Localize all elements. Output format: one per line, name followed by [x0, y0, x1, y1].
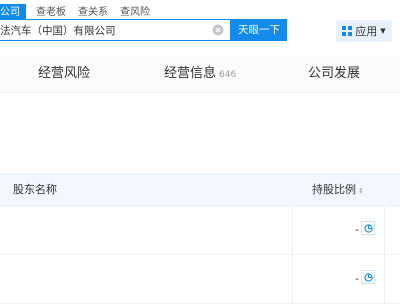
sort-icon: ⇕ — [358, 187, 364, 195]
header-shareholder-name: 股东名称 — [13, 183, 57, 196]
header-share-ratio[interactable]: 持股比例 ⇕ — [312, 175, 364, 206]
column-divider — [384, 206, 385, 254]
search-value: 法汽车（中国）有限公司 — [0, 25, 116, 37]
search-input[interactable]: 法汽车（中国）有限公司 — [0, 19, 231, 41]
pie-chart-icon — [363, 223, 373, 233]
share-ratio-value: - — [355, 223, 359, 236]
search-button[interactable]: 天眼一下 — [231, 19, 287, 41]
column-divider — [292, 206, 293, 254]
column-divider — [384, 255, 385, 303]
nav-label: 经营信息 — [164, 66, 217, 81]
clear-icon[interactable] — [212, 24, 224, 36]
header-share-ratio-label: 持股比例 — [312, 183, 356, 196]
equity-chart-button[interactable] — [361, 270, 375, 284]
table-header: 股东名称 持股比例 ⇕ — [0, 174, 400, 206]
top-bar: 公司 查老板 查关系 查风险 法汽车（中国）有限公司 天眼一下 应用 ▼ — [0, 0, 400, 54]
nav-item-risk[interactable]: 经营风险 — [38, 56, 90, 92]
column-divider — [292, 255, 293, 303]
nav-label: 经营风险 — [38, 66, 91, 81]
apps-button[interactable]: 应用 ▼ — [336, 20, 392, 42]
share-ratio-value: - — [355, 272, 359, 285]
chevron-down-icon: ▼ — [380, 27, 386, 35]
section-nav: 经营风险 经营信息 646 公司发展 — [0, 56, 400, 93]
nav-item-info[interactable]: 经营信息 646 — [164, 56, 236, 93]
nav-label: 公司发展 — [308, 66, 361, 81]
apps-grid-icon — [342, 26, 353, 36]
apps-label: 应用 — [355, 25, 378, 38]
table-row: - — [0, 255, 400, 304]
equity-chart-button[interactable] — [361, 221, 375, 235]
nav-count: 646 — [219, 70, 237, 80]
table-row: - — [0, 206, 400, 255]
shareholder-table: 股东名称 持股比例 ⇕ - - — [0, 174, 400, 304]
nav-item-development[interactable]: 公司发展 — [308, 56, 360, 92]
pie-chart-icon — [363, 272, 373, 282]
